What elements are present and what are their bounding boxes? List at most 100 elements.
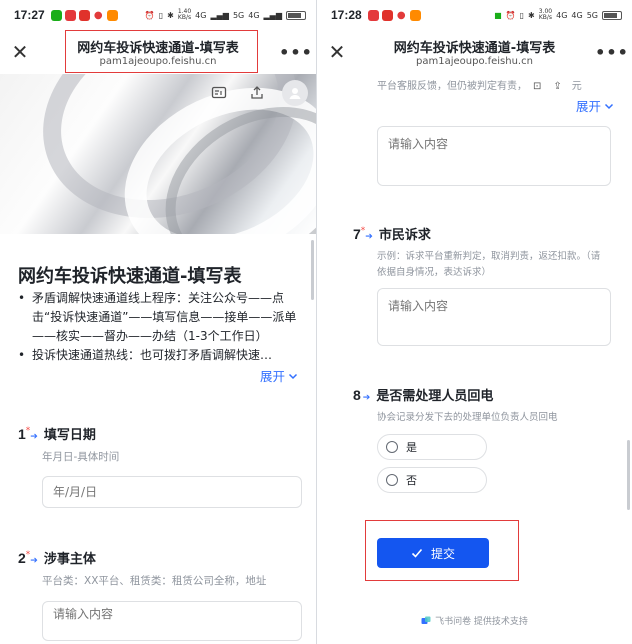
question-date: 1 * ➔ 填写日期 年月日-具体时间 <box>18 424 302 465</box>
translate-icon[interactable]: ⊡ <box>533 79 541 95</box>
net-speed: 3.00 KB/s <box>538 8 553 21</box>
net-speed: 1.40 KB/s <box>177 8 192 21</box>
nav-title: 网约车投诉快速通道-填写表 <box>393 41 556 56</box>
arrow-icon: ➔ <box>362 393 371 403</box>
required-mark: * <box>25 426 31 436</box>
subject-input[interactable] <box>42 601 302 641</box>
signal-label: 4G <box>571 10 583 20</box>
radio-option-no[interactable]: 否 <box>377 467 487 493</box>
question-subject: 2 * ➔ 涉事主体 平台类：XX平台、租赁类：租赁公司全称，地址 <box>18 548 302 589</box>
form-description: • 矛盾调解快速通道线上程序：关注公众号——点击“投诉快速通道”——填写信息——接… <box>18 289 302 365</box>
more-icon[interactable]: ••• <box>276 43 316 62</box>
demand-text-input[interactable] <box>377 288 611 346</box>
notification-icons: ● <box>367 9 421 21</box>
question-hint: 协会记录分发下去的处理单位负责人员回电 <box>377 412 558 423</box>
vibrate-icon: ▯ <box>519 10 525 20</box>
share-icon[interactable] <box>244 80 270 106</box>
location-icon: ● <box>395 9 407 21</box>
expand-link[interactable]: 展开 <box>576 96 614 115</box>
scrollbar[interactable] <box>311 240 314 300</box>
question-hint: 示例：诉求平台重新判定，取消判责，返还扣款。（请依据自身情况，表达诉求） <box>377 251 601 278</box>
battery-icon <box>602 10 622 20</box>
app-icon <box>78 9 90 21</box>
partial-text: 元 <box>571 81 582 92</box>
status-bar: 17:28 ● ■ ⏰ ▯ ✱ 3.00 KB/s 4G 4G 5G <box>317 0 632 30</box>
description-bullet: 投诉快速通道热线：也可拨打矛盾调解快速… <box>32 348 273 362</box>
signal-label: 5G <box>586 10 598 20</box>
date-input[interactable] <box>42 476 302 508</box>
location-icon: ● <box>92 9 104 21</box>
radio-circle-icon <box>386 441 398 453</box>
submit-label: 提交 <box>430 546 455 561</box>
alarm-icon: ⏰ <box>144 10 155 20</box>
partial-text: 平台客服反馈，但仍被判定有责， <box>377 81 527 92</box>
question-label: 填写日期 <box>43 428 96 443</box>
vibrate-icon: ▯ <box>158 10 164 20</box>
wechat-icon: ■ <box>494 10 502 20</box>
required-mark: * <box>25 550 31 560</box>
wechat-icon <box>50 9 62 21</box>
system-icons: ⏰ ▯ ✱ 1.40 KB/s 4G ▂▄▆ 5G 4G ▂▄▆ <box>145 9 306 21</box>
signal-label: 4G <box>195 10 207 20</box>
arrow-icon: ➔ <box>365 232 373 242</box>
more-icon[interactable]: ••• <box>592 43 632 62</box>
signal-icon: ▂▄▆ <box>210 10 229 20</box>
question-number: 1 <box>18 426 26 442</box>
q6-text-input[interactable] <box>377 126 611 186</box>
question-number: 8 <box>353 387 361 403</box>
bluetooth-icon: ✱ <box>167 10 174 20</box>
feishu-logo-icon <box>421 616 431 624</box>
footer: 飞书问卷 提供技术支持 <box>317 614 632 627</box>
app-icon <box>64 9 76 21</box>
app-icon <box>381 9 393 21</box>
alarm-icon: ⏰ <box>505 10 516 20</box>
close-icon[interactable]: ✕ <box>0 40 40 64</box>
question-hint: 平台类：XX平台、租赁类：租赁公司全称，地址 <box>42 575 267 587</box>
question-number: 2 <box>18 550 26 566</box>
share-icon[interactable]: ⇪ <box>553 79 561 95</box>
expand-label: 展开 <box>259 369 285 384</box>
check-icon <box>411 548 423 558</box>
bluetooth-icon: ✱ <box>528 10 535 20</box>
app-icon <box>106 9 118 21</box>
signal-label: 4G <box>248 10 260 20</box>
translate-icon[interactable] <box>206 80 232 106</box>
status-time: 17:27 <box>14 8 45 22</box>
radio-option-yes[interactable]: 是 <box>377 434 487 460</box>
question-label: 涉事主体 <box>43 552 96 567</box>
avatar-icon[interactable] <box>282 80 308 106</box>
nav-bar: ✕ 网约车投诉快速通道-填写表 pam1ajeoupo.feishu.cn ••… <box>317 30 632 74</box>
signal-icon: ▂▄▆ <box>263 10 282 20</box>
submit-button[interactable]: 提交 <box>377 538 489 568</box>
left-screenshot: 17:27 ● ⏰ ▯ ✱ 1.40 KB/s 4G ▂▄▆ 5G 4G ▂▄▆ … <box>0 0 316 644</box>
app-icon <box>409 9 421 21</box>
highlight-box <box>65 30 258 73</box>
system-icons: ■ ⏰ ▯ ✱ 3.00 KB/s 4G 4G 5G <box>494 9 622 21</box>
status-time: 17:28 <box>331 8 362 22</box>
description-bullet: 矛盾调解快速通道线上程序：关注公众号——点击“投诉快速通道”——填写信息——接单… <box>32 291 297 343</box>
expand-label: 展开 <box>575 99 601 114</box>
question-demand: 7 * ➔ 市民诉求 示例：诉求平台重新判定，取消判责，返还扣款。（请依据自身情况，… <box>353 224 618 281</box>
arrow-icon: ➔ <box>30 432 38 442</box>
question-callback: 8 ➔ 是否需处理人员回电 协会记录分发下去的处理单位负责人员回电 <box>353 385 618 426</box>
signal-label: 4G <box>556 10 568 20</box>
radio-label: 否 <box>406 474 417 487</box>
footer-text: 飞书问卷 提供技术支持 <box>435 617 528 627</box>
form-title: 网约车投诉快速通道-填写表 <box>18 266 242 287</box>
close-icon[interactable]: ✕ <box>317 40 357 64</box>
radio-circle-icon <box>386 474 398 486</box>
battery-icon <box>286 10 306 20</box>
question-label: 市民诉求 <box>378 228 431 243</box>
chevron-down-icon <box>288 373 298 379</box>
expand-link[interactable]: 展开 <box>260 366 298 385</box>
required-mark: * <box>360 226 366 236</box>
nav-title-block: 网约车投诉快速通道-填写表 pam1ajeoupo.feishu.cn <box>357 37 592 67</box>
app-icon <box>367 9 379 21</box>
question-hint: 年月日-具体时间 <box>42 451 120 463</box>
status-bar: 17:27 ● ⏰ ▯ ✱ 1.40 KB/s 4G ▂▄▆ 5G 4G ▂▄▆ <box>0 0 316 30</box>
right-screenshot: 17:28 ● ■ ⏰ ▯ ✱ 3.00 KB/s 4G 4G 5G ✕ 网约车投… <box>316 0 632 644</box>
arrow-icon: ➔ <box>30 556 38 566</box>
scrollbar[interactable] <box>627 440 630 510</box>
hero-toolbar <box>206 80 308 106</box>
signal-label: 5G <box>232 10 245 20</box>
